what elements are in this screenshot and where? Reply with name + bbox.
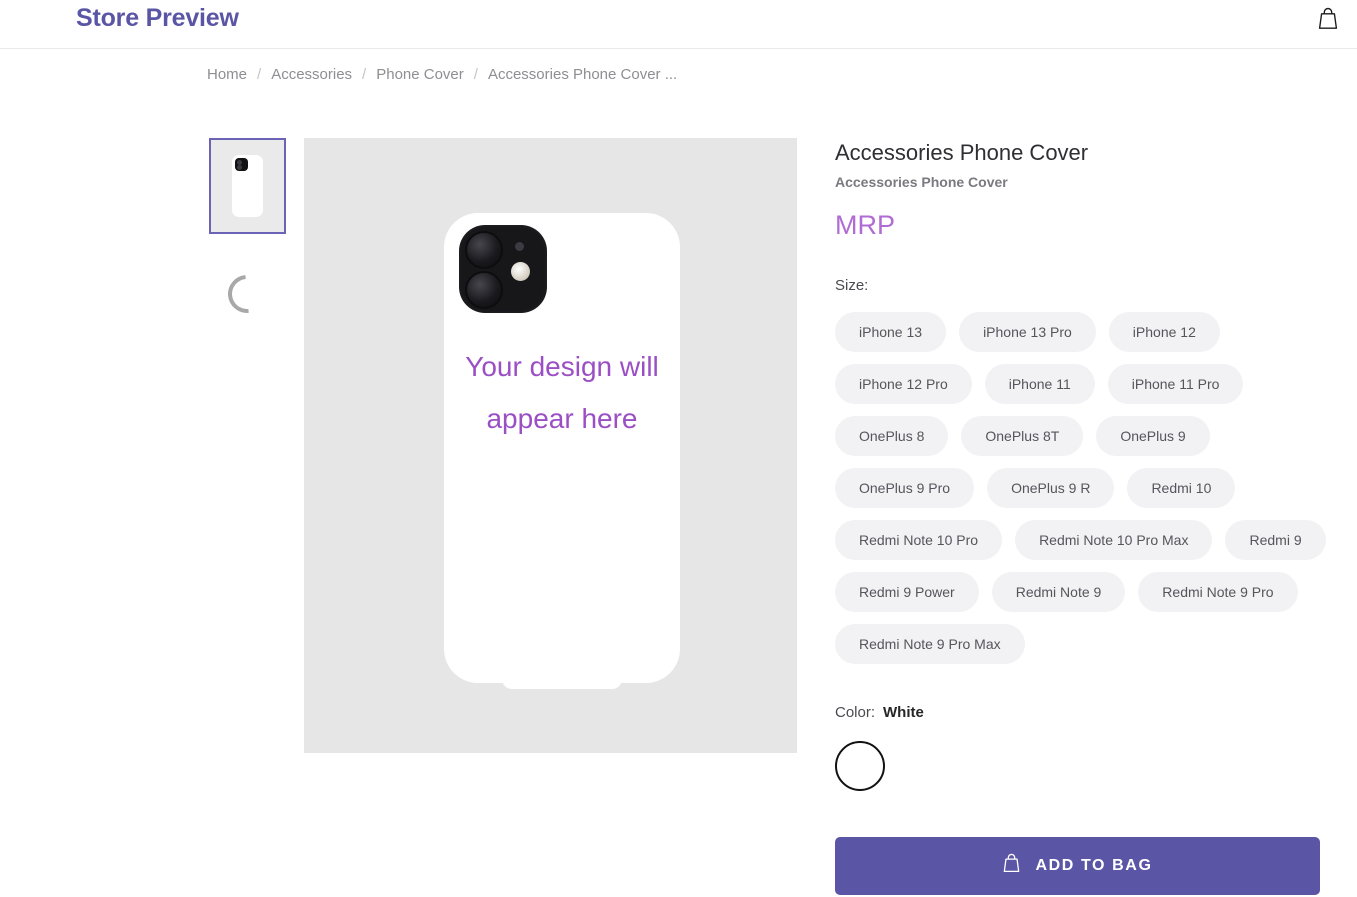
size-option-oneplus-9-pro[interactable]: OnePlus 9 Pro bbox=[835, 468, 975, 508]
add-to-bag-label: ADD TO BAG bbox=[1035, 857, 1153, 874]
size-option-oneplus-9-r[interactable]: OnePlus 9 R bbox=[987, 468, 1115, 508]
phone-case-thumbnail-icon bbox=[232, 155, 263, 217]
breadcrumb-separator: / bbox=[473, 66, 478, 83]
gallery-thumbnail-list bbox=[209, 138, 286, 321]
size-option-iphone-11-pro[interactable]: iPhone 11 Pro bbox=[1107, 364, 1244, 404]
product-image-stage[interactable]: Your design will appear here bbox=[304, 138, 797, 753]
breadcrumb: Home / Accessories / Phone Cover / Acces… bbox=[207, 66, 677, 83]
size-option-iphone-13-pro[interactable]: iPhone 13 Pro bbox=[959, 312, 1096, 352]
color-swatch-white[interactable] bbox=[835, 741, 885, 791]
size-option-iphone-11[interactable]: iPhone 11 bbox=[984, 364, 1095, 404]
camera-lens-top-icon bbox=[465, 231, 503, 269]
phone-case-preview: Your design will appear here bbox=[444, 213, 680, 683]
product-title: Accessories Phone Cover bbox=[835, 140, 1089, 165]
spinner-icon bbox=[220, 267, 274, 321]
product-info-panel: Accessories Phone Cover Accessories Phon… bbox=[835, 138, 1327, 895]
size-option-oneplus-8[interactable]: OnePlus 8 bbox=[835, 416, 949, 456]
camera-module-icon bbox=[235, 158, 248, 171]
brand-title: Store Preview bbox=[76, 4, 239, 32]
color-value: White bbox=[883, 704, 924, 721]
camera-flash-icon bbox=[511, 262, 530, 281]
camera-lens-bottom-icon bbox=[465, 271, 503, 309]
breadcrumb-item-phone-cover[interactable]: Phone Cover bbox=[376, 66, 464, 83]
size-option-redmi-10[interactable]: Redmi 10 bbox=[1127, 468, 1236, 508]
size-option-redmi-note-10-pro[interactable]: Redmi Note 10 Pro bbox=[835, 520, 1003, 560]
breadcrumb-separator: / bbox=[362, 66, 367, 83]
size-option-redmi-note-10-pro-max[interactable]: Redmi Note 10 Pro Max bbox=[1015, 520, 1213, 560]
shopping-bag-icon bbox=[1317, 7, 1339, 36]
color-row: Color: White bbox=[835, 704, 1325, 721]
add-to-bag-button[interactable]: ADD TO BAG bbox=[835, 837, 1320, 895]
size-option-redmi-9-power[interactable]: Redmi 9 Power bbox=[835, 572, 979, 612]
size-option-oneplus-9[interactable]: OnePlus 9 bbox=[1096, 416, 1210, 456]
size-option-redmi-note-9-pro-max[interactable]: Redmi Note 9 Pro Max bbox=[835, 624, 1025, 664]
breadcrumb-separator: / bbox=[257, 66, 262, 83]
size-option-iphone-13[interactable]: iPhone 13 bbox=[835, 312, 947, 352]
breadcrumb-item-current: Accessories Phone Cover ... bbox=[487, 66, 678, 83]
size-option-oneplus-8t[interactable]: OnePlus 8T bbox=[961, 416, 1084, 456]
size-option-redmi-9[interactable]: Redmi 9 bbox=[1225, 520, 1326, 560]
size-option-redmi-note-9-pro[interactable]: Redmi Note 9 Pro bbox=[1138, 572, 1298, 612]
design-placeholder-text: Your design will appear here bbox=[465, 351, 659, 434]
product-page-main: Your design will appear here Accessories… bbox=[0, 100, 1357, 897]
header-bag-button[interactable] bbox=[1311, 4, 1345, 38]
size-option-list: iPhone 13 iPhone 13 Pro iPhone 12 iPhone… bbox=[835, 312, 1327, 664]
product-subtitle: Accessories Phone Cover bbox=[835, 174, 1008, 190]
size-option-iphone-12[interactable]: iPhone 12 bbox=[1108, 312, 1220, 352]
color-label: Color: bbox=[835, 704, 876, 721]
shopping-bag-icon bbox=[1002, 853, 1021, 879]
site-header: Store Preview bbox=[0, 0, 1357, 49]
size-option-redmi-note-9[interactable]: Redmi Note 9 bbox=[991, 572, 1126, 612]
breadcrumb-item-home[interactable]: Home bbox=[207, 66, 247, 83]
gallery-thumbnail-1[interactable] bbox=[209, 138, 286, 234]
product-price: MRP bbox=[835, 210, 895, 240]
camera-module-icon bbox=[459, 225, 547, 313]
breadcrumb-item-accessories[interactable]: Accessories bbox=[271, 66, 352, 83]
size-label: Size: bbox=[835, 277, 869, 294]
camera-sensor-icon bbox=[515, 242, 524, 251]
size-option-iphone-12-pro[interactable]: iPhone 12 Pro bbox=[835, 364, 972, 404]
